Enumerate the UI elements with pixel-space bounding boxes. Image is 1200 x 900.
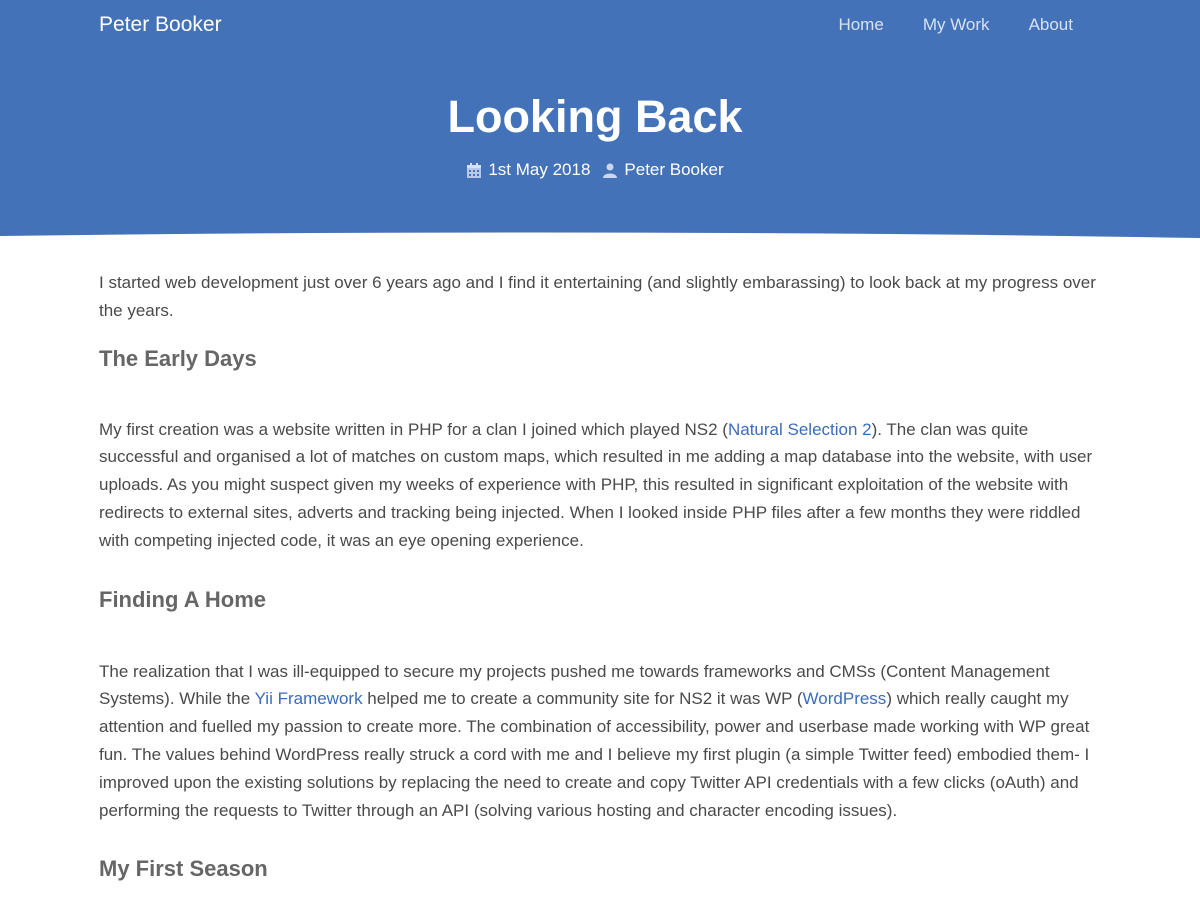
post-title: Looking Back — [447, 91, 743, 142]
natural-selection-2-link[interactable]: Natural Selection 2 — [728, 420, 872, 439]
site-title-link[interactable]: Peter Booker — [99, 12, 222, 38]
header-wave-divider — [0, 232, 1200, 242]
post-author: Peter Booker — [624, 160, 724, 179]
early-days-paragraph: My first creation was a website written … — [99, 416, 1099, 555]
user-icon — [602, 162, 618, 179]
yii-framework-link[interactable]: Yii Framework — [255, 689, 363, 708]
nav-my-work-link[interactable]: My Work — [923, 14, 990, 36]
finding-home-text-3: ) which really caught my attention and f… — [99, 689, 1090, 820]
wordpress-link[interactable]: WordPress — [803, 689, 887, 708]
section-heading-my-first-season: My First Season — [99, 856, 268, 882]
nav-about-link[interactable]: About — [1029, 14, 1073, 36]
finding-home-text-2: helped me to create a community site for… — [362, 689, 803, 709]
main-navigation: Home My Work About — [838, 14, 1073, 36]
nav-home-link[interactable]: Home — [838, 14, 883, 36]
post-meta: 1st May 2018 Peter Booker — [0, 159, 1190, 181]
section-heading-finding-a-home: Finding A Home — [99, 586, 267, 612]
post-date: 1st May 2018 — [488, 160, 591, 179]
section-heading-early-days: The Early Days — [99, 345, 257, 371]
page-header: Peter Booker Home My Work About Looking … — [0, 0, 1200, 242]
early-days-text-start: My first creation was a website written … — [99, 419, 728, 439]
calendar-icon — [466, 162, 482, 179]
intro-paragraph: I started web development just over 6 ye… — [99, 273, 1096, 320]
early-days-text-end: ). The clan was quite successful and org… — [99, 419, 1093, 550]
post-content: I started web development just over 6 ye… — [99, 269, 1099, 884]
finding-a-home-paragraph: The realization that I was ill-equipped … — [99, 658, 1099, 825]
